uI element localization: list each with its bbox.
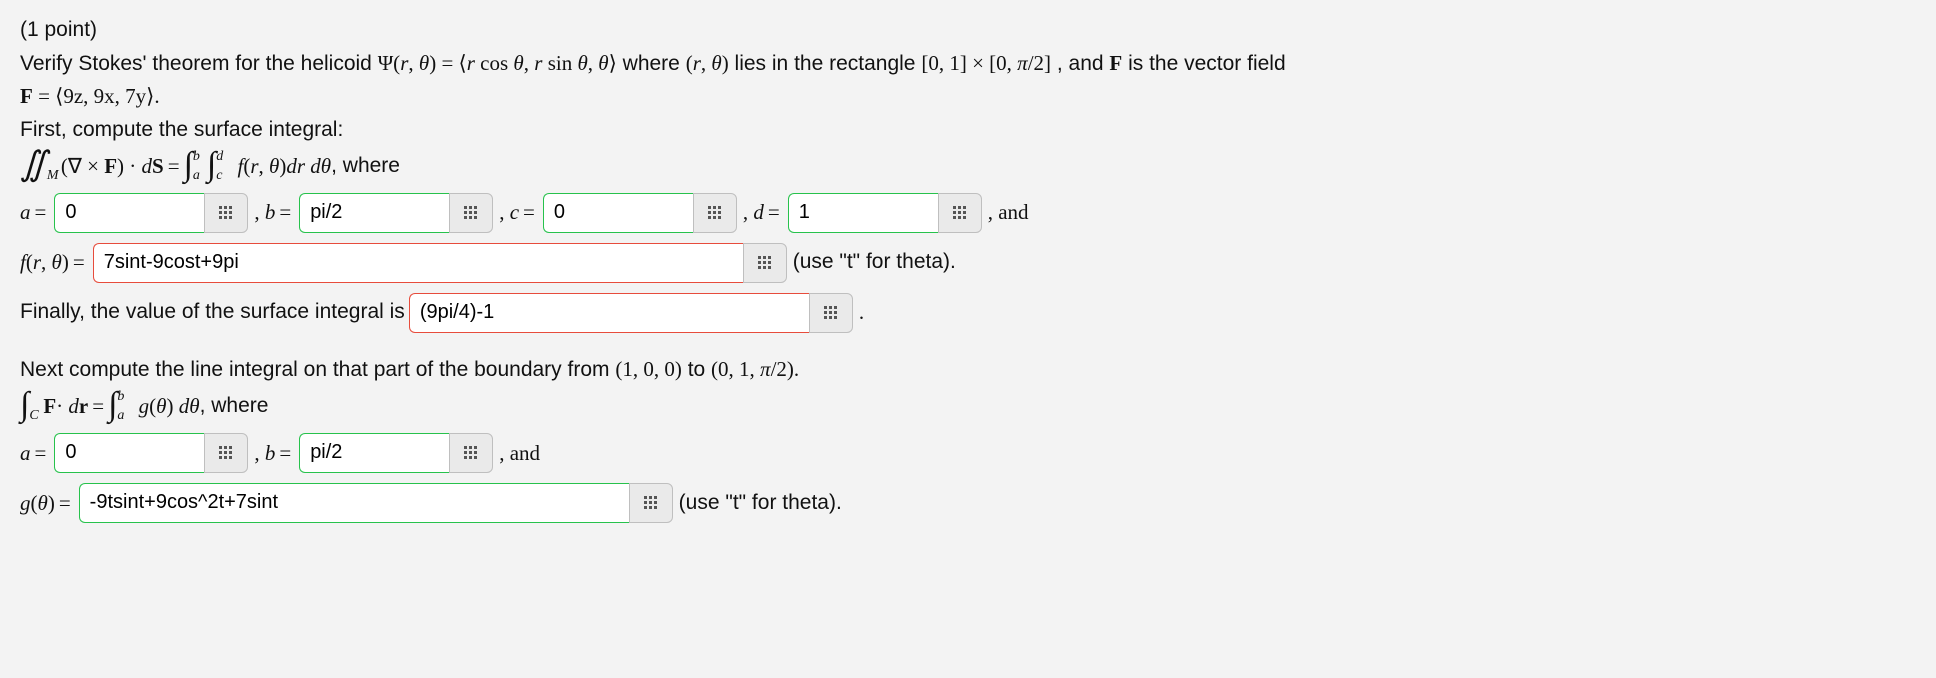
line-integral-eq: ∫C F · dr = ∫ab g(θ) dθ, where — [20, 388, 1916, 425]
keypad-icon — [464, 446, 478, 460]
keypad-icon — [953, 206, 967, 220]
label-d: d — [753, 196, 764, 229]
to-text: to — [688, 358, 711, 381]
line-integrand-row: g(θ)= (use "t" for theta). — [20, 481, 1916, 525]
where-text: , where — [200, 390, 269, 423]
value-row: Finally, the value of the surface integr… — [20, 291, 1916, 335]
domain-var: (r, θ) — [686, 51, 729, 75]
equation-editor-button[interactable] — [938, 193, 982, 233]
keypad-icon — [219, 206, 233, 220]
keypad-icon — [644, 496, 658, 510]
F-def: = ⟨9z, 9x, 7y⟩. — [33, 84, 160, 108]
prompt-text: , and — [1057, 52, 1110, 75]
input-b[interactable] — [299, 193, 449, 233]
integral-icon: ∫ab — [108, 388, 117, 425]
equation-editor-button[interactable] — [204, 193, 248, 233]
equation-editor-button[interactable] — [449, 433, 493, 473]
integral-icon: ∫cd — [207, 148, 216, 185]
theta-note: (use "t" for theta). — [679, 487, 842, 520]
comma: , — [254, 437, 265, 470]
label-g: g — [20, 487, 31, 520]
input-line-b[interactable] — [299, 433, 449, 473]
problem-statement: Verify Stokes' theorem for the helicoid … — [20, 47, 1916, 114]
prompt-text: where — [623, 52, 686, 75]
label-b: b — [265, 196, 276, 229]
where-text: , where — [331, 150, 400, 183]
limits-row: a= , b= , c= , d= , and — [20, 191, 1916, 235]
prompt-text: lies in the rectangle — [735, 52, 922, 75]
integral-icon: ∫C — [20, 388, 29, 425]
label-c: c — [510, 196, 519, 229]
theta-note: (use "t" for theta). — [793, 246, 956, 279]
comma: , — [743, 196, 754, 229]
input-g[interactable] — [79, 483, 629, 523]
prompt-text: Verify Stokes' theorem for the helicoid — [20, 52, 378, 75]
keypad-icon — [464, 206, 478, 220]
keypad-icon — [758, 256, 772, 270]
domain-rect: [0, 1] × [0, π/2] — [921, 51, 1051, 75]
input-line-a[interactable] — [54, 433, 204, 473]
integral-icon: ∫ab — [184, 148, 193, 185]
input-surface-value[interactable] — [409, 293, 809, 333]
and-text: , and — [499, 437, 540, 470]
equation-editor-button[interactable] — [204, 433, 248, 473]
first-instruction: First, compute the surface integral: — [20, 114, 1916, 147]
psi-def: Ψ(r, θ) = ⟨r cos θ, r sin θ, θ⟩ — [378, 51, 617, 75]
double-integral-icon: ∬M — [20, 148, 47, 185]
integrand-row: f(r, θ)= (use "t" for theta). — [20, 241, 1916, 285]
equation-editor-button[interactable] — [809, 293, 853, 333]
comma: , — [499, 196, 510, 229]
vecF: F — [1109, 51, 1122, 75]
input-d[interactable] — [788, 193, 938, 233]
vecF: F — [20, 84, 33, 108]
keypad-icon — [824, 306, 838, 320]
label-b: b — [265, 437, 276, 470]
prompt-text: is the vector field — [1128, 52, 1286, 75]
period: . — [859, 296, 864, 329]
input-a[interactable] — [54, 193, 204, 233]
surface-integral-eq: ∬M (∇ × F) · dS = ∫ab ∫cd f(r, θ)dr dθ, … — [20, 148, 1916, 185]
equation-editor-button[interactable] — [693, 193, 737, 233]
keypad-icon — [708, 206, 722, 220]
point-1: (1, 0, 0) — [615, 357, 682, 381]
input-f[interactable] — [93, 243, 743, 283]
points-line: (1 point) — [20, 14, 1916, 47]
label-a: a — [20, 196, 31, 229]
line-limits-row: a= , b= , and — [20, 431, 1916, 475]
keypad-icon — [219, 446, 233, 460]
label-a: a — [20, 437, 31, 470]
comma: , — [254, 196, 265, 229]
next-instruction: Next compute the line integral on that p… — [20, 353, 1916, 387]
next-text: Next compute the line integral on that p… — [20, 358, 615, 381]
equation-editor-button[interactable] — [449, 193, 493, 233]
input-c[interactable] — [543, 193, 693, 233]
point-2: (0, 1, π/2). — [711, 357, 799, 381]
equation-editor-button[interactable] — [629, 483, 673, 523]
final-line-text: Finally, the value of the surface integr… — [20, 296, 405, 329]
equation-editor-button[interactable] — [743, 243, 787, 283]
and-text: , and — [988, 196, 1029, 229]
